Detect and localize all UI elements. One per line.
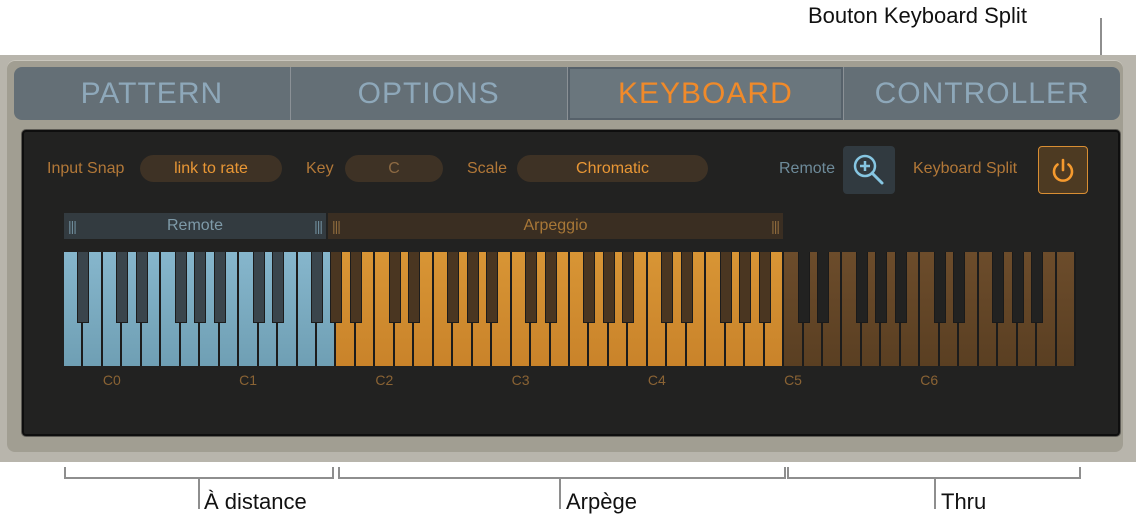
arpeggio-zone-right-handle[interactable]: ||| [771, 218, 780, 234]
black-key[interactable] [388, 252, 401, 323]
octave-label: C3 [511, 372, 530, 388]
black-key[interactable] [622, 252, 635, 323]
octave-label: C4 [647, 372, 666, 388]
black-key[interactable] [719, 252, 732, 323]
callout-thru-zone: Thru [941, 489, 987, 514]
black-key[interactable] [135, 252, 148, 323]
black-key[interactable] [1011, 252, 1024, 323]
remote-label: Remote [779, 160, 836, 177]
black-key[interactable] [330, 252, 343, 323]
key-label: Key [306, 160, 334, 177]
black-key[interactable] [310, 252, 324, 323]
black-key[interactable] [758, 252, 771, 323]
black-key[interactable] [486, 252, 499, 323]
callout-remote-zone: À distance [204, 489, 307, 514]
black-key[interactable] [661, 252, 674, 323]
callout-arpeggio-zone: Arpège [566, 489, 637, 514]
black-key[interactable] [252, 252, 265, 323]
black-key[interactable] [194, 252, 207, 323]
arpeggio-zone-bar[interactable]: ||| Arpeggio ||| [328, 213, 783, 239]
piano-keyboard[interactable] [64, 252, 1076, 366]
zoom-in-icon [853, 154, 884, 185]
remote-bracket-tick [198, 479, 200, 509]
black-key[interactable] [894, 252, 907, 323]
black-key[interactable] [602, 252, 615, 323]
input-snap-selector[interactable]: link to rate [140, 155, 282, 182]
remote-zone-left-handle[interactable]: ||| [68, 218, 77, 234]
arpeggio-bracket [338, 467, 786, 479]
black-key[interactable] [213, 252, 226, 323]
tab-options[interactable]: OPTIONS [291, 67, 568, 120]
tab-controller[interactable]: CONTROLLER [844, 67, 1120, 120]
black-key[interactable] [272, 252, 285, 323]
arpeggio-zone-left-handle[interactable]: ||| [332, 218, 341, 234]
black-key[interactable] [349, 252, 362, 323]
black-key[interactable] [797, 252, 810, 323]
black-key[interactable] [544, 252, 557, 323]
black-key[interactable] [466, 252, 479, 323]
tab-bar: PATTERN OPTIONS KEYBOARD CONTROLLER [14, 67, 1120, 120]
remote-zone-bar[interactable]: ||| Remote ||| [64, 213, 326, 239]
power-icon [1052, 158, 1074, 182]
remote-bracket [64, 467, 334, 479]
input-snap-label: Input Snap [47, 160, 125, 177]
black-key[interactable] [739, 252, 752, 323]
tab-keyboard[interactable]: KEYBOARD [567, 67, 845, 120]
black-key[interactable] [875, 252, 888, 323]
scale-label: Scale [467, 160, 508, 177]
arpeggio-bracket-tick [559, 479, 561, 509]
thru-bracket [787, 467, 1081, 479]
scale-selector[interactable]: Chromatic [517, 155, 708, 182]
arpeggio-zone-label: Arpeggio [523, 217, 588, 234]
black-key[interactable] [583, 252, 596, 323]
octave-label: C6 [920, 372, 939, 388]
callout-keyboard-split-button: Bouton Keyboard Split [808, 3, 1027, 28]
octave-label: C0 [102, 372, 121, 388]
remote-zone-right-handle[interactable]: ||| [314, 218, 323, 234]
black-key[interactable] [525, 252, 538, 323]
black-key[interactable] [855, 252, 868, 323]
black-key[interactable] [174, 252, 187, 323]
octave-label: C1 [239, 372, 258, 388]
remote-zoom-button[interactable] [843, 146, 895, 194]
tab-pattern[interactable]: PATTERN [14, 67, 291, 120]
black-key[interactable] [116, 252, 129, 323]
white-key[interactable] [1056, 252, 1076, 366]
thru-bracket-tick [934, 479, 936, 509]
black-key[interactable] [992, 252, 1005, 323]
remote-zone-label: Remote [166, 217, 224, 234]
black-key[interactable] [1031, 252, 1044, 323]
black-key[interactable] [447, 252, 460, 323]
black-key[interactable] [680, 252, 693, 323]
octave-label: C5 [784, 372, 802, 388]
key-selector[interactable]: C [345, 155, 443, 182]
black-key[interactable] [77, 252, 90, 323]
black-key[interactable] [408, 252, 421, 323]
black-key[interactable] [953, 252, 966, 323]
black-key[interactable] [816, 252, 830, 323]
keyboard-split-label: Keyboard Split [913, 160, 1018, 177]
black-key[interactable] [933, 252, 946, 323]
keyboard-split-button[interactable] [1038, 146, 1088, 194]
octave-label: C2 [375, 372, 394, 388]
